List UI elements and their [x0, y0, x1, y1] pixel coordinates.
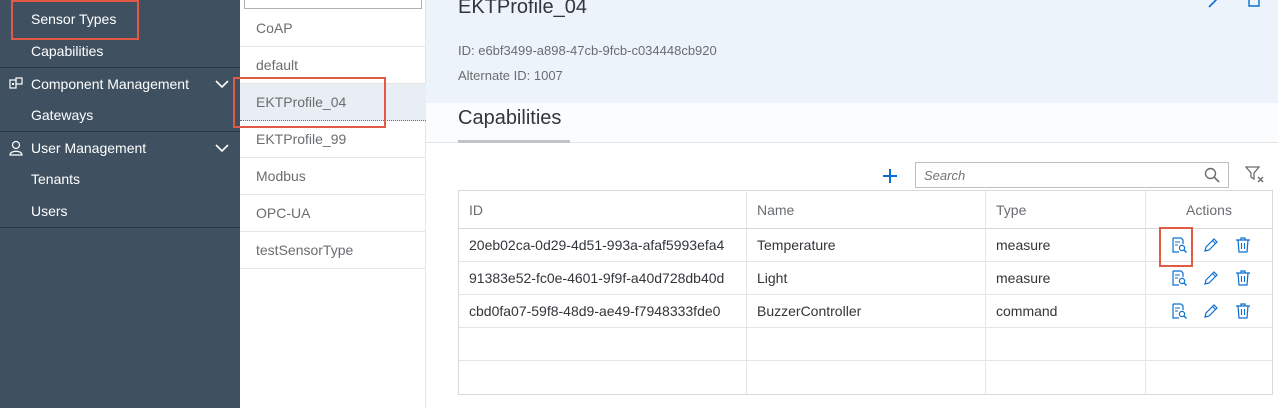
cell-type: measure [986, 229, 1146, 261]
list-search-field[interactable] [244, 0, 422, 9]
cell-name: BuzzerController [747, 295, 986, 327]
sidebar-item-label: Gateways [31, 107, 94, 123]
list-item[interactable]: default [240, 47, 426, 84]
cell-empty [747, 328, 986, 360]
alternate-id: Alternate ID: 1007 [458, 68, 563, 83]
user-icon [8, 140, 24, 156]
sidebar-item-users[interactable]: Users [0, 195, 240, 227]
cell-name: Temperature [747, 229, 986, 261]
list-item-label: testSensorType [256, 242, 354, 258]
component-icon [8, 76, 24, 92]
capabilities-table: ID Name Type Actions 20eb02ca-0d29-4d51-… [458, 190, 1273, 395]
sidebar-item-label: Capabilities [31, 43, 104, 59]
table-row-empty [459, 328, 1272, 361]
sidebar-group-user-management[interactable]: User Management [0, 131, 240, 163]
cell-id: 91383e52-fc0e-4601-9f9f-a40d728db40d [459, 262, 747, 294]
table-header-row: ID Name Type Actions [459, 191, 1272, 229]
list-item-label: EKTProfile_04 [256, 94, 347, 110]
chevron-down-icon[interactable] [214, 140, 230, 156]
cell-type: command [986, 295, 1146, 327]
column-header-type[interactable]: Type [986, 191, 1146, 228]
cell-empty [986, 328, 1146, 360]
column-header-name[interactable]: Name [747, 191, 986, 228]
object-id: ID: e6bf3499-a898-47cb-9fcb-c034448cb920 [458, 43, 717, 58]
table-row[interactable]: 91383e52-fc0e-4601-9f9f-a40d728db40d Lig… [459, 262, 1272, 295]
list-item-label: Modbus [256, 168, 306, 184]
cell-actions [1146, 262, 1272, 294]
list-item-label: default [256, 57, 299, 73]
search-field[interactable] [915, 162, 1229, 188]
list-item[interactable]: Modbus [240, 158, 426, 195]
sidebar-item-label: Tenants [31, 171, 81, 187]
tab-bar: Capabilities [426, 103, 1278, 143]
sidebar-item-label: Component Management [31, 75, 189, 92]
search-input[interactable] [924, 166, 1194, 184]
edit-icon[interactable] [1206, 0, 1222, 8]
list-item[interactable]: testSensorType [240, 232, 426, 269]
cell-empty [459, 361, 747, 394]
list-item-label: CoAP [256, 20, 293, 36]
sidebar-item-gateways[interactable]: Gateways [0, 99, 240, 131]
sidebar-item-sensor-types[interactable]: Sensor Types [0, 3, 240, 35]
cell-actions [1146, 229, 1272, 261]
view-details-icon[interactable] [1171, 303, 1187, 319]
add-button[interactable] [878, 164, 902, 188]
edit-icon[interactable] [1203, 270, 1219, 286]
cell-actions [1146, 295, 1272, 327]
tab-capabilities[interactable]: Capabilities [458, 107, 561, 130]
table-row[interactable]: 20eb02ca-0d29-4d51-993a-afaf5993efa4 Tem… [459, 229, 1272, 262]
edit-icon[interactable] [1203, 303, 1219, 319]
cell-empty [1146, 361, 1272, 394]
column-header-id[interactable]: ID [459, 191, 747, 228]
detail-pane: EKTProfile_04 ID: e6bf3499-a898-47cb-9fc… [426, 0, 1278, 408]
sidebar-item-tenants[interactable]: Tenants [0, 163, 240, 195]
cell-id: cbd0fa07-59f8-48d9-ae49-f7948333fde0 [459, 295, 747, 327]
list-item[interactable]: EKTProfile_99 [240, 121, 426, 158]
delete-icon[interactable] [1235, 237, 1251, 253]
tab-underline [458, 140, 570, 143]
clear-filter-button[interactable] [1244, 165, 1265, 185]
sidebar: Sensor Types Capabilities Component Mana… [0, 0, 240, 408]
list-item[interactable]: CoAP [240, 10, 426, 47]
chevron-down-icon[interactable] [214, 76, 230, 92]
table-row-empty [459, 361, 1272, 394]
cell-id: 20eb02ca-0d29-4d51-993a-afaf5993efa4 [459, 229, 747, 261]
delete-icon[interactable] [1246, 0, 1262, 8]
cell-empty [747, 361, 986, 394]
sidebar-item-label: Users [31, 203, 68, 219]
list-item-label: EKTProfile_99 [256, 131, 347, 147]
sidebar-divider [0, 227, 240, 228]
plus-icon [883, 169, 897, 183]
sensor-type-list: CoAP default EKTProfile_04 EKTProfile_99… [240, 0, 426, 408]
edit-icon[interactable] [1203, 237, 1219, 253]
cell-empty [459, 328, 747, 360]
delete-icon[interactable] [1235, 270, 1251, 286]
list-item[interactable]: OPC-UA [240, 195, 426, 232]
sidebar-item-label: Sensor Types [31, 11, 117, 27]
table-row[interactable]: cbd0fa07-59f8-48d9-ae49-f7948333fde0 Buz… [459, 295, 1272, 328]
cell-type: measure [986, 262, 1146, 294]
page-title: EKTProfile_04 [458, 0, 587, 18]
list-item-selected[interactable]: EKTProfile_04 [240, 84, 426, 121]
object-header: EKTProfile_04 ID: e6bf3499-a898-47cb-9fc… [426, 0, 1278, 103]
cell-name: Light [747, 262, 986, 294]
view-details-icon[interactable] [1171, 270, 1187, 286]
sidebar-item-label: User Management [31, 139, 147, 156]
cell-empty [986, 361, 1146, 394]
view-details-icon[interactable] [1171, 237, 1187, 253]
list-item-label: OPC-UA [256, 205, 311, 221]
filter-clear-icon [1244, 166, 1264, 183]
sidebar-group-component-management[interactable]: Component Management [0, 67, 240, 99]
cell-empty [1146, 328, 1272, 360]
search-icon[interactable] [1204, 167, 1220, 183]
sidebar-item-capabilities[interactable]: Capabilities [0, 35, 240, 67]
delete-icon[interactable] [1235, 303, 1251, 319]
column-header-actions: Actions [1186, 201, 1232, 218]
